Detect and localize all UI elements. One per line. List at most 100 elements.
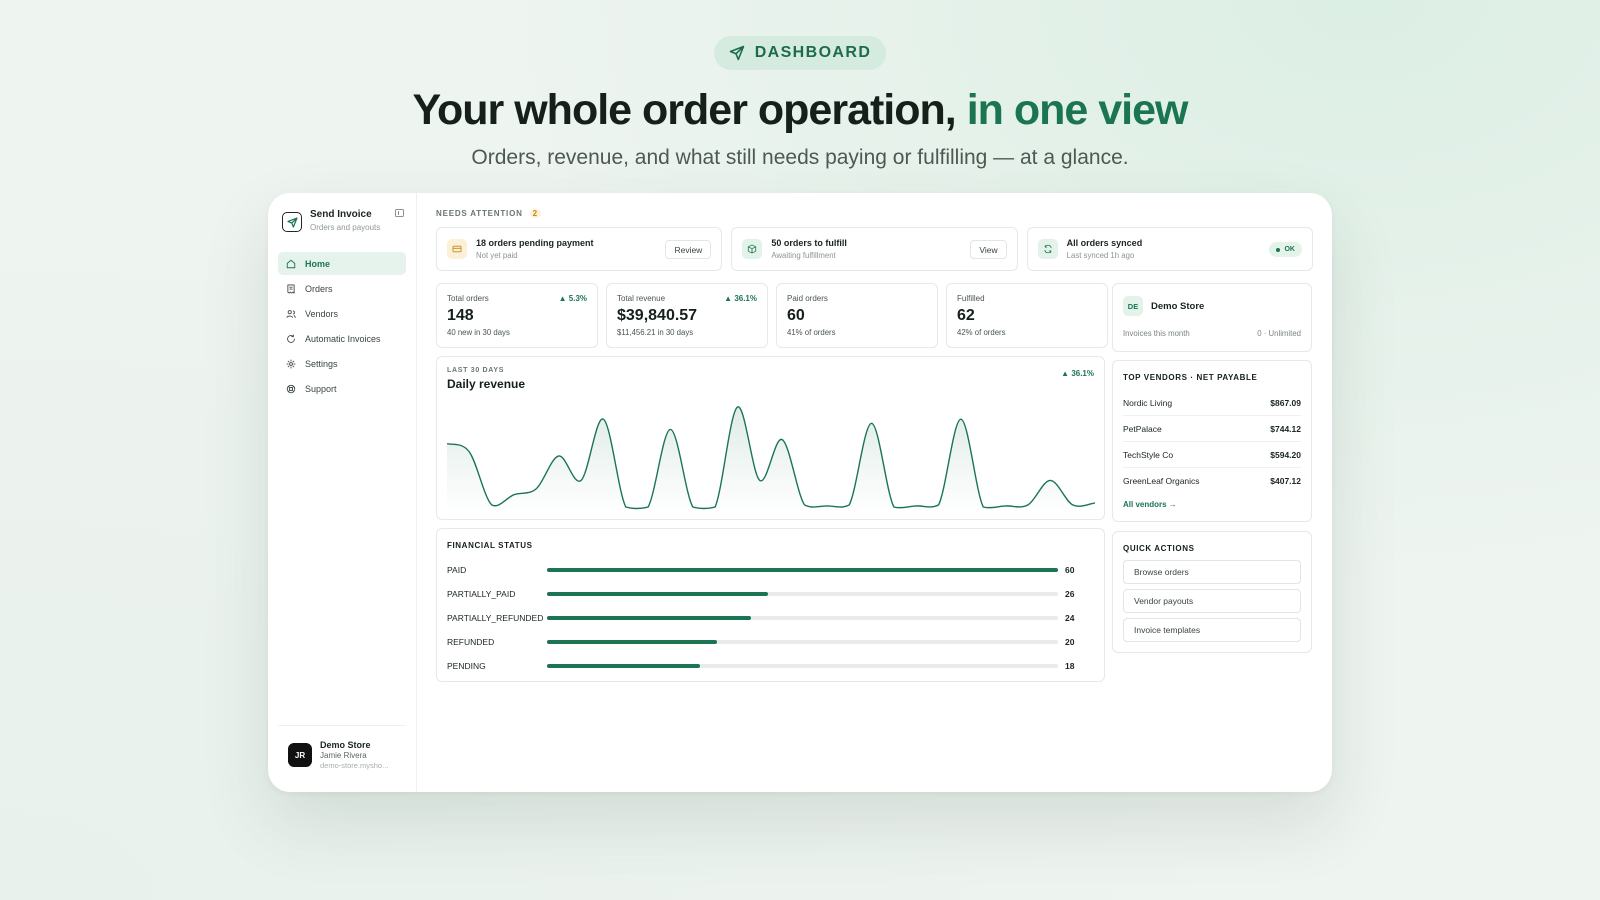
send-icon [286,216,298,228]
sidebar-item-vendors[interactable]: Vendors [278,302,406,325]
attention-subtitle: Last synced 1h ago [1066,251,1135,260]
dashboard-grid: Total orders 148 40 new in 30 days ▲ 5.3… [436,283,1312,682]
table-row: PENDING 18 [447,654,1094,678]
stat-foot: 40 new in 30 days [447,328,510,337]
list-item[interactable]: Nordic Living $867.09 [1123,390,1301,416]
invoices-label: Invoices this month [1123,329,1190,338]
sidebar-item-automatic-invoices[interactable]: Automatic Invoices [278,327,406,350]
top-vendors-heading: TOP VENDORS · NET PAYABLE [1123,373,1258,382]
app-window: Send Invoice Orders and payouts Home Ord… [268,193,1332,792]
attention-title: 18 orders pending payment [476,238,594,248]
needs-attention-label: NEEDS ATTENTION [436,209,523,218]
stat-value: $39,840.57 [617,307,698,324]
stat-delta: ▲ 5.3% [558,294,587,303]
daily-revenue-card: LAST 30 DAYS Daily revenue ▲ 36.1% [436,356,1105,520]
vendor-payouts-button[interactable]: Vendor payouts [1123,589,1301,613]
brand-name: Send Invoice [310,209,372,220]
brand: Send Invoice Orders and payouts [278,209,406,232]
stat-card-total-orders: Total orders 148 40 new in 30 days ▲ 5.3… [436,283,598,348]
status-value: 20 [1065,637,1075,647]
status-value: 60 [1065,565,1075,575]
stat-label: Fulfilled [957,294,985,303]
account-domain: demo-store.myshо... [320,761,389,770]
vendor-amount: $407.12 [1270,476,1301,486]
vendor-amount: $744.12 [1270,423,1301,434]
sync-icon [1037,239,1058,259]
stat-label: Paid orders [787,294,828,303]
status-value: 26 [1065,589,1075,599]
list-item[interactable]: GreenLeaf Organics $407.12 [1123,468,1301,494]
attention-card-synced: All orders synced Last synced 1h ago OK [1026,227,1313,271]
review-button[interactable]: Review [665,240,712,259]
attention-card-to-fulfill: 50 orders to fulfill Awaiting fulfillmen… [731,227,1018,271]
status-bar-fill [547,640,718,644]
sidebar-item-label: Settings [305,358,338,369]
invoices-value: 0 · Unlimited [1257,329,1301,338]
attention-title: All orders synced [1066,238,1143,248]
status-label: PARTIALLY_REFUNDED [447,613,544,623]
sidebar-item-label: Automatic Invoices [305,333,381,344]
status-label: REFUNDED [447,637,495,647]
stat-card-fulfilled: Fulfilled 62 42% of orders [946,283,1108,348]
vendor-name: GreenLeaf Organics [1123,476,1200,486]
sidebar-item-home[interactable]: Home [278,252,406,275]
chart-title: Daily revenue [447,377,526,391]
sidebar-item-support[interactable]: Support [278,377,406,400]
attention-subtitle: Awaiting fulfillment [771,251,836,260]
invoice-templates-button[interactable]: Invoice templates [1123,618,1301,642]
status-label: PENDING [447,661,486,671]
attention-count-badge: 2 [529,209,541,218]
brand-subtitle: Orders and payouts [310,223,381,232]
list-item[interactable]: PetPalace $744.12 [1123,416,1301,442]
status-bar-track [547,568,1058,572]
account-user: Jamie Rivera [320,751,367,760]
view-button[interactable]: View [970,240,1007,259]
sidebar-item-label: Vendors [305,308,339,319]
vendor-name: TechStyle Co [1123,449,1174,460]
sidebar-item-settings[interactable]: Settings [278,352,406,375]
sidebar-item-orders[interactable]: Orders [278,277,406,300]
table-row: PARTIALLY_REFUNDED 24 [447,606,1094,630]
quick-actions-card: QUICK ACTIONS Browse orders Vendor payou… [1112,531,1312,653]
vendor-list: Nordic Living $867.09 PetPalace $744.12 … [1123,390,1301,494]
stat-card-total-revenue: Total revenue $39,840.57 $11,456.21 in 3… [606,283,768,348]
status-bar-fill [547,664,701,668]
sidebar-collapse-icon[interactable] [395,209,404,217]
status-bar-track [547,640,1058,644]
dashboard-pill: DASHBOARD [714,36,886,70]
chart-kicker: LAST 30 DAYS [447,367,505,374]
status-bar-fill [547,568,1058,572]
sidebar-item-label: Orders [305,283,333,294]
stat-card-paid-orders: Paid orders 60 41% of orders [776,283,938,348]
store-name: Demo Store [1151,300,1205,312]
box-icon [742,239,763,259]
status-bar-fill [547,592,769,596]
stat-value: 148 [447,307,474,324]
home-icon [286,259,296,268]
account-switcher[interactable]: JR Demo Store Jamie Rivera demo-store.my… [278,725,406,770]
vendor-amount: $594.20 [1270,449,1301,460]
vendor-name: Nordic Living [1123,397,1173,408]
account-store: Demo Store [320,740,371,750]
chart-delta: ▲ 36.1% [1061,369,1094,378]
page-subheadline: Orders, revenue, and what still needs pa… [471,146,1129,169]
sidebar-item-label: Home [305,258,331,269]
sidebar: Send Invoice Orders and payouts Home Ord… [268,193,417,792]
all-vendors-link[interactable]: All vendors → [1123,500,1301,509]
quick-actions-list: Browse orders Vendor payouts Invoice tem… [1123,560,1301,642]
stat-foot: $11,456.21 in 30 days [617,328,694,337]
headline-accent: in one view [966,86,1189,134]
stat-foot: 41% of orders [787,328,836,337]
status-label: PARTIALLY_PAID [447,589,516,599]
status-value: 18 [1065,661,1075,671]
financial-status-card: FINANCIAL STATUS PAID 60 PARTIALLY_PAID … [436,528,1105,682]
store-avatar: DE [1123,296,1143,316]
gear-icon [286,359,296,368]
status-badge: OK [1269,242,1302,257]
list-item[interactable]: TechStyle Co $594.20 [1123,442,1301,468]
users-icon [286,309,296,318]
sidebar-item-label: Support [305,383,337,394]
browse-orders-button[interactable]: Browse orders [1123,560,1301,584]
status-bar-track [547,616,1058,620]
attention-card-pending-payment: 18 orders pending payment Not yet paid R… [436,227,723,271]
